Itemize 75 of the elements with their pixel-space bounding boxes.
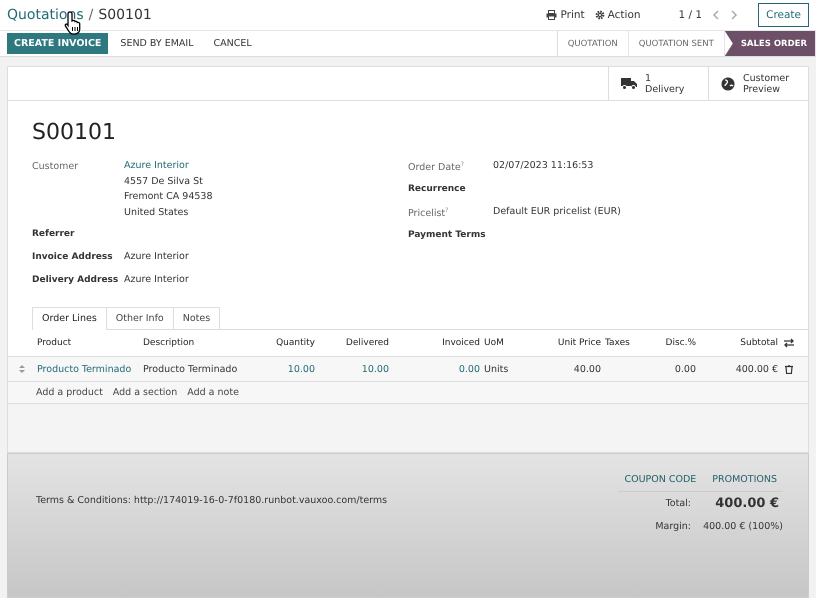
terms-text: Terms & Conditions: http://174019-16-0-7f0180.runbot.vauxoo.com/terms: [36, 495, 388, 508]
status-step[interactable]: QUOTATION: [558, 31, 629, 56]
gear-icon: [594, 10, 605, 20]
drag-handle-icon[interactable]: [18, 365, 24, 373]
total-label: Total:: [666, 498, 691, 509]
column-settings-icon[interactable]: [783, 338, 795, 348]
table-cell-text: 0.00: [674, 364, 696, 374]
action-link-button[interactable]: CANCEL: [206, 34, 260, 53]
pager-value: 1 / 1: [678, 9, 702, 21]
tab[interactable]: Notes: [172, 307, 220, 329]
column-header[interactable]: Disc.%: [641, 338, 696, 348]
next-icon[interactable]: [730, 10, 738, 20]
action-link-button[interactable]: SEND BY EMAIL: [112, 34, 202, 53]
table-cell-text: 40.00: [572, 364, 601, 374]
field-label: Order Date$^{?}$: [408, 161, 465, 175]
column-header[interactable]: Description: [139, 338, 251, 348]
column-header[interactable]: Invoiced: [389, 338, 480, 348]
previous-icon[interactable]: [712, 10, 720, 20]
field-value: United States: [124, 206, 190, 220]
smart-button-label: 1: [645, 72, 652, 84]
printer-icon: [546, 10, 558, 20]
field-label: Payment Terms: [408, 230, 487, 242]
field-label: Recurrence: [408, 184, 467, 196]
table-cell-text: 0.00: [458, 364, 480, 374]
footer-link-button[interactable]: PROMOTIONS: [706, 472, 783, 487]
status-step[interactable]: QUOTATION SENT: [628, 31, 725, 56]
table-cell-text: 10.00: [286, 364, 315, 374]
print-button[interactable]: Print: [546, 9, 585, 21]
table-cell-text: Producto Terminado: [142, 364, 238, 374]
column-header[interactable]: UoM: [480, 338, 528, 348]
field-value: 02/07/2023 11:16:53: [493, 159, 594, 173]
field-value: Default EUR pricelist (EUR): [493, 205, 621, 219]
table-cell-text: Units: [483, 364, 510, 374]
smart-button-label: Preview: [743, 84, 781, 94]
field-value: Fremont CA 94538: [124, 190, 213, 204]
smart-button[interactable]: 1 Delivery: [608, 67, 708, 100]
margin-label: Margin:: [655, 521, 691, 532]
smart-button-label: Customer: [743, 72, 790, 84]
field-label: Delivery Address: [32, 275, 120, 287]
margin-value: 400.00 € (100%): [703, 521, 783, 532]
field-label: Referrer: [32, 229, 76, 241]
column-header[interactable]: Taxes: [601, 338, 641, 348]
record-name: S00101: [98, 7, 152, 23]
field-label: Customer: [32, 161, 80, 174]
column-header[interactable]: Unit Price: [528, 338, 601, 348]
column-header[interactable]: Quantity: [251, 338, 315, 348]
breadcrumb-separator: /: [88, 7, 94, 23]
column-header[interactable]: Subtotal: [696, 338, 778, 348]
smart-button[interactable]: Customer Preview: [708, 67, 808, 100]
table-cell-text: Producto Terminado: [36, 364, 132, 374]
add-line-link[interactable]: Add a product: [36, 387, 103, 398]
table-cell-text: 10.00: [360, 364, 389, 374]
footer-link-button[interactable]: COUPON CODE: [618, 472, 702, 487]
globe-icon: [721, 76, 735, 90]
action-button[interactable]: Action: [594, 9, 641, 21]
field-value: Azure Interior: [124, 273, 189, 287]
field-label: Pricelist$^{?}$: [408, 207, 450, 221]
table-cell-text: 400.00 €: [734, 364, 778, 374]
field-value: 4557 De Silva St: [124, 174, 204, 188]
tab[interactable]: Order Lines: [32, 307, 107, 330]
field-link[interactable]: Azure Interior: [124, 158, 213, 174]
field-value: Azure Interior: [124, 250, 189, 264]
total-value: 400.00 €: [714, 496, 780, 511]
record-title: S00101: [32, 120, 117, 145]
truck-icon: [621, 77, 637, 90]
status-step[interactable]: SALES ORDER: [724, 31, 816, 56]
smart-button-label: Delivery: [645, 84, 684, 94]
trash-icon[interactable]: [785, 364, 793, 374]
field-label: Invoice Address: [32, 252, 114, 264]
add-line-link[interactable]: Add a note: [187, 387, 239, 398]
create-button[interactable]: Create: [758, 3, 809, 27]
column-header[interactable]: Product: [35, 338, 139, 348]
create-invoice-button[interactable]: CREATE INVOICE: [7, 33, 108, 54]
column-header[interactable]: Delivered: [315, 338, 389, 348]
add-line-link[interactable]: Add a section: [112, 387, 178, 398]
